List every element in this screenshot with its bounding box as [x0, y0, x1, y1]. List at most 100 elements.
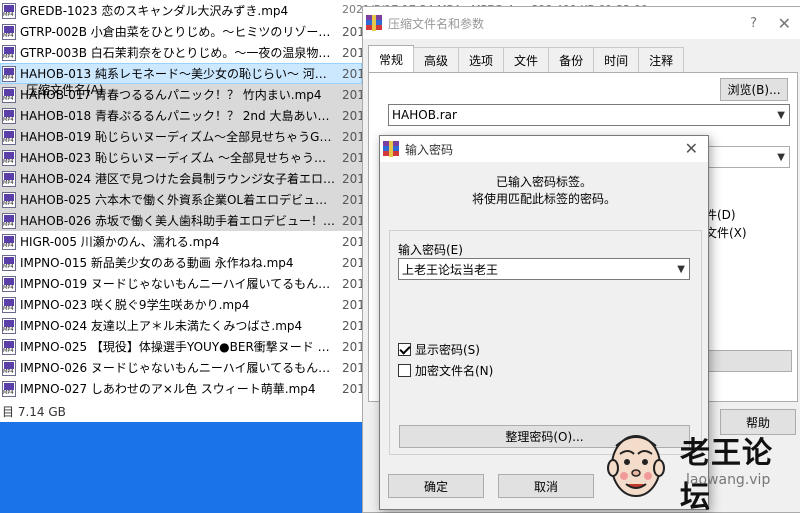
show-password-checkbox[interactable]: 显示密码(S)	[398, 341, 480, 358]
video-file-icon	[2, 128, 16, 145]
file-row[interactable]: HAHOB-023 恥じらいヌーディズム ～全部見せちゃう… 201	[0, 147, 362, 168]
tab-0[interactable]: 常规	[368, 45, 415, 72]
old-man-logo-icon	[607, 435, 665, 497]
file-row[interactable]: HAHOB-026 赤坂で働く美人歯科助手着エロデビュー！… 201	[0, 210, 362, 231]
encrypt-filenames-checkbox[interactable]: 加密文件名(N)	[398, 362, 493, 379]
file-name: GTRP-003B 白石茉莉奈をひとりじめ。～一夜の温泉物…	[20, 46, 331, 60]
file-date: 201	[342, 234, 362, 249]
help-icon[interactable]: ?	[750, 16, 757, 31]
file-date: 201	[342, 66, 362, 81]
file-date: 201	[342, 108, 362, 123]
file-row[interactable]: IMPNO-026 ヌードじゃないもんニーハイ履いてるもん… 201	[0, 357, 362, 378]
background-panel	[0, 422, 368, 513]
close-icon[interactable]: ✕	[685, 139, 698, 158]
option-files[interactable]: 文件(X)	[705, 224, 747, 242]
archive-dialog-titlebar[interactable]: 压缩文件名和参数 ? ✕	[363, 7, 800, 39]
chevron-down-icon[interactable]: ▼	[777, 110, 785, 121]
file-row[interactable]: HAHOB-019 恥じらいヌーディズム～全部見せちゃうG… 201	[0, 126, 362, 147]
file-date: 201	[342, 192, 362, 207]
file-name: HIGR-005 川瀬かのん、濡れる.mp4	[20, 235, 220, 249]
watermark-title: 老王论坛	[680, 436, 773, 513]
password-message: 已输入密码标签。 将使用匹配此标签的密码。	[380, 174, 708, 208]
video-file-icon	[2, 44, 16, 61]
password-input[interactable]: 上老王论坛当老王 ▼	[398, 258, 690, 280]
ok-button[interactable]: 确定	[388, 474, 484, 498]
video-file-icon	[2, 317, 16, 334]
file-date: 201	[342, 24, 362, 39]
file-row[interactable]: GTRP-002B 小倉由菜をひとりじめ。～ヒミツのリゾー… 201	[0, 21, 362, 42]
file-date: 201	[342, 360, 362, 375]
show-password-label: 显示密码(S)	[415, 343, 480, 357]
file-name: HAHOB-024 港区で見つけた会員制ラウンジ女子着エロ…	[20, 172, 335, 186]
file-row[interactable]: IMPNO-027 しあわせのア×ル色 スウィート萌華.mp4 201	[0, 378, 362, 399]
chevron-down-icon[interactable]: ▼	[777, 152, 785, 163]
tab-2[interactable]: 选项	[458, 47, 505, 72]
file-row[interactable]: HAHOB-024 港区で見つけた会員制ラウンジ女子着エロ… 201	[0, 168, 362, 189]
password-dialog-titlebar[interactable]: 输入密码 ✕	[380, 136, 708, 162]
file-name: HAHOB-013 純系レモネード～美少女の恥じらい～ 河…	[20, 67, 327, 81]
archive-name-value: HAHOB.rar	[392, 108, 457, 122]
file-date: 201	[342, 213, 362, 228]
file-row[interactable]: IMPNO-024 友達以上ア＊ル未満たくみつばさ.mp4 201	[0, 315, 362, 336]
tab-3[interactable]: 文件	[503, 47, 550, 72]
archive-options: 件(D) 文件(X)	[705, 206, 747, 242]
file-date: 201	[342, 45, 362, 60]
video-file-icon	[2, 275, 16, 292]
file-row[interactable]: GREDB-1023 恋のスキャンダル大沢みずき.mp4	[0, 0, 362, 21]
file-row[interactable]: HIGR-005 川瀬かのん、濡れる.mp4 201	[0, 231, 362, 252]
video-file-icon	[2, 254, 16, 271]
video-file-icon	[2, 23, 16, 40]
tab-4[interactable]: 备份	[548, 47, 595, 72]
file-name: HAHOB-026 赤坂で働く美人歯科助手着エロデビュー！…	[20, 214, 335, 228]
video-file-icon	[2, 170, 16, 187]
file-date: 201	[342, 87, 362, 102]
file-name: IMPNO-023 咲く脱ぐ9学生咲あかり.mp4	[20, 298, 250, 312]
video-file-icon	[2, 233, 16, 250]
video-file-icon	[2, 65, 16, 82]
message-line-2: 将使用匹配此标签的密码。	[471, 192, 616, 206]
message-line-1: 已输入密码标签。	[495, 175, 592, 189]
update-mode-select[interactable]: ▼	[708, 146, 790, 168]
file-date: 201	[342, 171, 362, 186]
watermark: 老王论坛 laowang.vip	[604, 422, 800, 513]
tab-5[interactable]: 时间	[593, 47, 640, 72]
video-file-icon	[2, 149, 16, 166]
file-row[interactable]: IMPNO-019 ヌードじゃないもんニーハイ履いてるもん… 201	[0, 273, 362, 294]
option-delete-files[interactable]: 件(D)	[705, 206, 747, 224]
file-row[interactable]: HAHOB-018 青春ぷるるんパニック！？ 2nd 大島あい… 201	[0, 105, 362, 126]
file-name: IMPNO-027 しあわせのア×ル色 スウィート萌華.mp4	[20, 382, 316, 396]
file-name: IMPNO-015 新品美少女のある動画 永作ねね.mp4	[20, 256, 294, 270]
file-row[interactable]: HAHOB-025 六本木で働く外資系企業OL着エロデビュ… 201	[0, 189, 362, 210]
video-file-icon	[2, 86, 16, 103]
checkbox-unchecked[interactable]	[398, 364, 411, 377]
file-date: 201	[342, 381, 362, 396]
file-name: IMPNO-019 ヌードじゃないもんニーハイ履いてるもん…	[20, 277, 331, 291]
file-name: HAHOB-023 恥じらいヌーディズム ～全部見せちゃう…	[20, 151, 326, 165]
file-row[interactable]: IMPNO-015 新品美少女のある動画 永作ねね.mp4 201	[0, 252, 362, 273]
file-row[interactable]: IMPNO-025 【現役】体操選手YOUY●BER衝撃ヌード … 201	[0, 336, 362, 357]
browse-button[interactable]: 浏览(B)...	[720, 78, 788, 101]
password-dialog-title: 输入密码	[405, 142, 454, 157]
file-row[interactable]: IMPNO-023 咲く脱ぐ9学生咲あかり.mp4 201	[0, 294, 362, 315]
video-file-icon	[2, 191, 16, 208]
file-name: HAHOB-025 六本木で働く外資系企業OL着エロデビュ…	[20, 193, 328, 207]
file-name: IMPNO-026 ヌードじゃないもんニーハイ履いてるもん…	[20, 361, 331, 375]
file-date: 201	[342, 297, 362, 312]
file-name: IMPNO-025 【現役】体操選手YOUY●BER衝撃ヌード …	[20, 340, 330, 354]
set-password-button[interactable]	[708, 350, 792, 372]
tab-1[interactable]: 高级	[413, 47, 460, 72]
file-date: 201	[342, 339, 362, 354]
archive-name-input[interactable]: HAHOB.rar ▼	[388, 104, 790, 126]
file-date: 201	[342, 129, 362, 144]
checkbox-checked[interactable]	[398, 343, 411, 356]
winrar-icon	[366, 15, 382, 31]
file-row[interactable]: GTRP-003B 白石茉莉奈をひとりじめ。～一夜の温泉物… 201	[0, 42, 362, 63]
file-date: 201	[342, 276, 362, 291]
tab-6[interactable]: 注释	[638, 47, 685, 72]
file-name: HAHOB-019 恥じらいヌーディズム～全部見せちゃうG…	[20, 130, 332, 144]
encrypt-filenames-label: 加密文件名(N)	[415, 364, 494, 378]
file-name: IMPNO-024 友達以上ア＊ル未満たくみつばさ.mp4	[20, 319, 303, 333]
cancel-button[interactable]: 取消	[498, 474, 594, 498]
chevron-down-icon[interactable]: ▼	[677, 264, 685, 275]
close-icon[interactable]: ✕	[778, 14, 791, 33]
